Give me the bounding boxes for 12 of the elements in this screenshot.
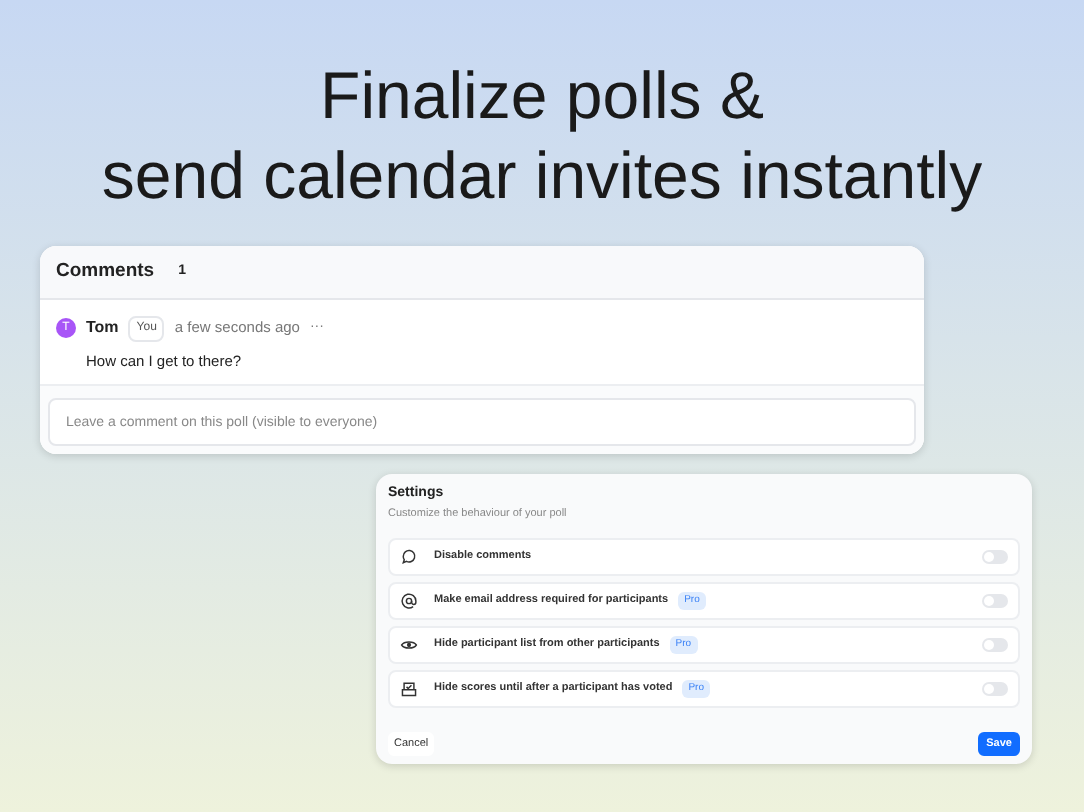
headline: Finalize polls & bbox=[320, 56, 764, 136]
chat-bubble-icon bbox=[400, 547, 418, 566]
ballot-box-icon bbox=[400, 679, 418, 698]
toggle-switch[interactable] bbox=[982, 549, 1008, 564]
toggle-switch[interactable] bbox=[982, 681, 1008, 696]
author-name: Tom bbox=[86, 316, 119, 340]
at-sign-icon bbox=[400, 591, 418, 610]
comments-title: Comments bbox=[56, 257, 155, 286]
headline: send calendar invites instantly bbox=[101, 136, 983, 216]
toggle-switch[interactable] bbox=[982, 637, 1008, 652]
toggle-switch[interactable] bbox=[982, 593, 1008, 608]
eye-icon bbox=[400, 635, 418, 654]
